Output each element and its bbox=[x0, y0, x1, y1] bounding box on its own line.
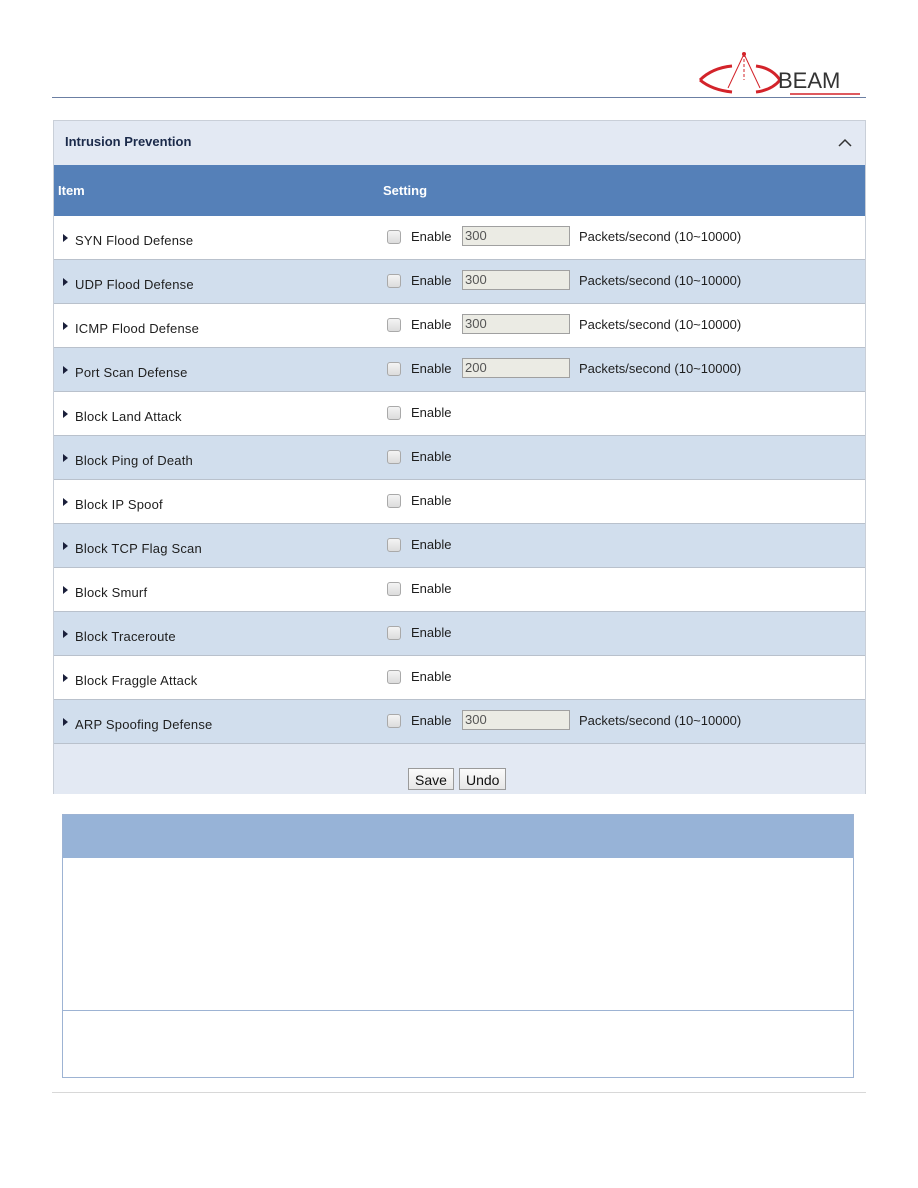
enable-label: Enable bbox=[411, 449, 452, 464]
unit-label: Packets/second (10~10000) bbox=[579, 317, 742, 332]
panel-title: Intrusion Prevention bbox=[65, 134, 192, 149]
unit-label: Packets/second (10~10000) bbox=[579, 229, 742, 244]
table-header: Item Setting bbox=[54, 165, 865, 216]
table-row: Block Land Attack Enable bbox=[54, 392, 865, 436]
unit-label: Packets/second (10~10000) bbox=[579, 713, 742, 728]
packets-per-second-input[interactable] bbox=[462, 314, 570, 334]
table-row: ARP Spoofing Defense Enable Packets/second… bbox=[54, 700, 865, 744]
chevron-up-icon[interactable] bbox=[835, 134, 855, 152]
item-label[interactable]: Block IP Spoof bbox=[75, 497, 163, 512]
item-label[interactable]: Block Ping of Death bbox=[75, 453, 193, 468]
enable-label: Enable bbox=[411, 581, 452, 596]
packets-per-second-input[interactable] bbox=[462, 270, 570, 290]
enable-checkbox[interactable] bbox=[387, 362, 401, 376]
enable-checkbox[interactable] bbox=[387, 406, 401, 420]
enable-checkbox[interactable] bbox=[387, 582, 401, 596]
enable-label: Enable bbox=[411, 405, 452, 420]
caret-right-icon[interactable] bbox=[63, 454, 68, 462]
info-box-body bbox=[63, 858, 853, 1011]
table-row: Port Scan Defense Enable Packets/second (1… bbox=[54, 348, 865, 392]
table-row: Block Fraggle Attack Enable bbox=[54, 656, 865, 700]
info-box bbox=[62, 814, 854, 1078]
enable-checkbox[interactable] bbox=[387, 670, 401, 684]
caret-right-icon[interactable] bbox=[63, 586, 68, 594]
enable-checkbox[interactable] bbox=[387, 714, 401, 728]
enable-label: Enable bbox=[411, 669, 452, 684]
settings-rows: SYN Flood Defense Enable Packets/second (1… bbox=[54, 216, 865, 744]
enable-label: Enable bbox=[411, 229, 452, 244]
item-label[interactable]: ARP Spoofing Defense bbox=[75, 717, 212, 732]
caret-right-icon[interactable] bbox=[63, 234, 68, 242]
item-label[interactable]: Block Fraggle Attack bbox=[75, 673, 198, 688]
table-row: ICMP Flood Defense Enable Packets/second (… bbox=[54, 304, 865, 348]
save-button[interactable]: Save bbox=[408, 768, 454, 790]
column-header-setting: Setting bbox=[383, 183, 428, 198]
packets-per-second-input[interactable] bbox=[462, 710, 570, 730]
item-label[interactable]: Block Traceroute bbox=[75, 629, 176, 644]
enable-checkbox[interactable] bbox=[387, 318, 401, 332]
table-row: Block Ping of Death Enable bbox=[54, 436, 865, 480]
caret-right-icon[interactable] bbox=[63, 674, 68, 682]
item-label[interactable]: ICMP Flood Defense bbox=[75, 321, 199, 336]
item-label[interactable]: SYN Flood Defense bbox=[75, 233, 193, 248]
caret-right-icon[interactable] bbox=[63, 366, 68, 374]
table-row: UDP Flood Defense Enable Packets/second (1… bbox=[54, 260, 865, 304]
item-label[interactable]: Block Land Attack bbox=[75, 409, 182, 424]
enable-label: Enable bbox=[411, 493, 452, 508]
intrusion-prevention-panel: Intrusion Prevention Item Setting SYN Fl… bbox=[53, 120, 866, 794]
caret-right-icon[interactable] bbox=[63, 630, 68, 638]
item-label[interactable]: Block Smurf bbox=[75, 585, 147, 600]
unit-label: Packets/second (10~10000) bbox=[579, 361, 742, 376]
item-label[interactable]: Block TCP Flag Scan bbox=[75, 541, 202, 556]
caret-right-icon[interactable] bbox=[63, 718, 68, 726]
brand-name: BEAM bbox=[778, 68, 840, 93]
enable-label: Enable bbox=[411, 713, 452, 728]
enable-checkbox[interactable] bbox=[387, 626, 401, 640]
table-row: SYN Flood Defense Enable Packets/second (1… bbox=[54, 216, 865, 260]
info-box-header bbox=[63, 815, 853, 858]
enable-checkbox[interactable] bbox=[387, 274, 401, 288]
enable-label: Enable bbox=[411, 537, 452, 552]
table-row: Block Traceroute Enable bbox=[54, 612, 865, 656]
beam-antenna-logo-icon: BEAM bbox=[698, 52, 860, 95]
column-header-item: Item bbox=[58, 183, 85, 198]
enable-label: Enable bbox=[411, 361, 452, 376]
table-row: Block TCP Flag Scan Enable bbox=[54, 524, 865, 568]
enable-checkbox[interactable] bbox=[387, 450, 401, 464]
beam-logo: BEAM bbox=[692, 50, 870, 98]
unit-label: Packets/second (10~10000) bbox=[579, 273, 742, 288]
item-label[interactable]: Port Scan Defense bbox=[75, 365, 188, 380]
table-row: Block IP Spoof Enable bbox=[54, 480, 865, 524]
caret-right-icon[interactable] bbox=[63, 410, 68, 418]
panel-title-bar: Intrusion Prevention bbox=[54, 121, 865, 165]
enable-label: Enable bbox=[411, 625, 452, 640]
caret-right-icon[interactable] bbox=[63, 542, 68, 550]
caret-right-icon[interactable] bbox=[63, 278, 68, 286]
info-box-footer bbox=[63, 1011, 853, 1077]
button-bar: Save Undo bbox=[54, 744, 865, 794]
packets-per-second-input[interactable] bbox=[462, 226, 570, 246]
enable-checkbox[interactable] bbox=[387, 538, 401, 552]
enable-label: Enable bbox=[411, 317, 452, 332]
caret-right-icon[interactable] bbox=[63, 498, 68, 506]
enable-label: Enable bbox=[411, 273, 452, 288]
table-row: Block Smurf Enable bbox=[54, 568, 865, 612]
footer-divider bbox=[52, 1092, 866, 1093]
packets-per-second-input[interactable] bbox=[462, 358, 570, 378]
enable-checkbox[interactable] bbox=[387, 230, 401, 244]
caret-right-icon[interactable] bbox=[63, 322, 68, 330]
enable-checkbox[interactable] bbox=[387, 494, 401, 508]
item-label[interactable]: UDP Flood Defense bbox=[75, 277, 194, 292]
header-divider bbox=[52, 97, 866, 98]
undo-button[interactable]: Undo bbox=[459, 768, 507, 790]
